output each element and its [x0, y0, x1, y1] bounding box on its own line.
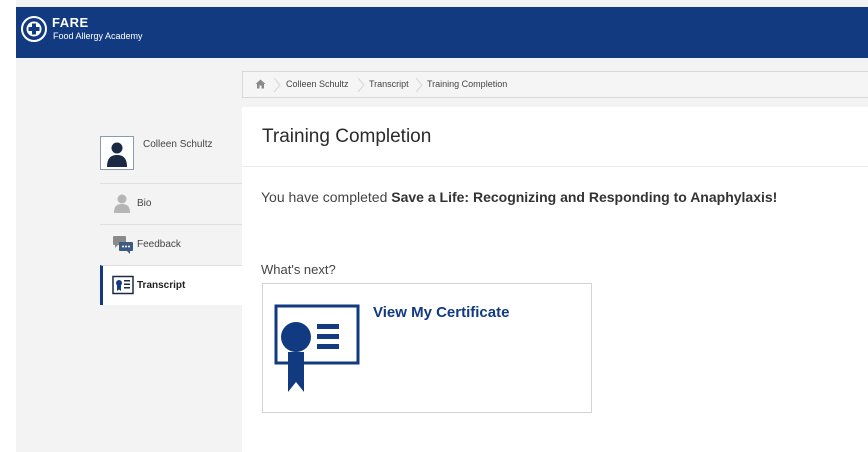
- completion-prefix: You have completed: [261, 189, 392, 205]
- course-name: Save a Life: Recognizing and Responding …: [391, 189, 778, 205]
- breadcrumb: Colleen Schultz Transcript Training Comp…: [242, 71, 868, 98]
- top-header: FARE Food Allergy Academy: [16, 7, 868, 58]
- left-margin: [0, 0, 16, 452]
- breadcrumb-user[interactable]: Colleen Schultz: [286, 79, 349, 89]
- brand-subtitle: Food Allergy Academy: [53, 31, 143, 41]
- breadcrumb-separator-icon: [415, 78, 423, 92]
- view-certificate-link[interactable]: View My Certificate: [373, 304, 509, 321]
- home-icon[interactable]: [255, 79, 266, 89]
- completion-message: You have completed Save a Life: Recogniz…: [261, 189, 777, 205]
- profile-name: Colleen Schultz: [143, 139, 213, 150]
- brand-name: FARE: [52, 15, 89, 30]
- main-content: Training Completion You have completed S…: [242, 107, 868, 452]
- breadcrumb-current: Training Completion: [427, 79, 508, 89]
- sidebar-item-label: Bio: [137, 198, 152, 209]
- breadcrumb-transcript[interactable]: Transcript: [369, 79, 409, 89]
- sidebar-item-transcript[interactable]: Transcript: [100, 265, 242, 305]
- title-divider: [242, 166, 868, 167]
- person-icon: [114, 194, 130, 213]
- sidebar-item-label: Transcript: [137, 280, 186, 291]
- certificate-icon: [274, 304, 360, 392]
- breadcrumb-separator-icon: [273, 78, 281, 92]
- chat-bubbles-icon: [113, 236, 133, 254]
- sidebar-item-bio[interactable]: Bio: [100, 183, 242, 223]
- avatar: [100, 136, 134, 170]
- sidebar-item-feedback[interactable]: Feedback: [100, 224, 242, 264]
- breadcrumb-separator-icon: [357, 78, 365, 92]
- logo-cross-icon: [21, 16, 47, 42]
- sidebar-item-label: Feedback: [137, 239, 181, 250]
- whats-next-heading: What's next?: [261, 262, 336, 277]
- user-silhouette-icon: [107, 142, 127, 167]
- id-card-icon: [112, 275, 134, 295]
- page-title: Training Completion: [262, 126, 432, 147]
- view-certificate-card[interactable]: View My Certificate: [262, 283, 592, 413]
- sidebar-profile[interactable]: Colleen Schultz: [100, 125, 242, 183]
